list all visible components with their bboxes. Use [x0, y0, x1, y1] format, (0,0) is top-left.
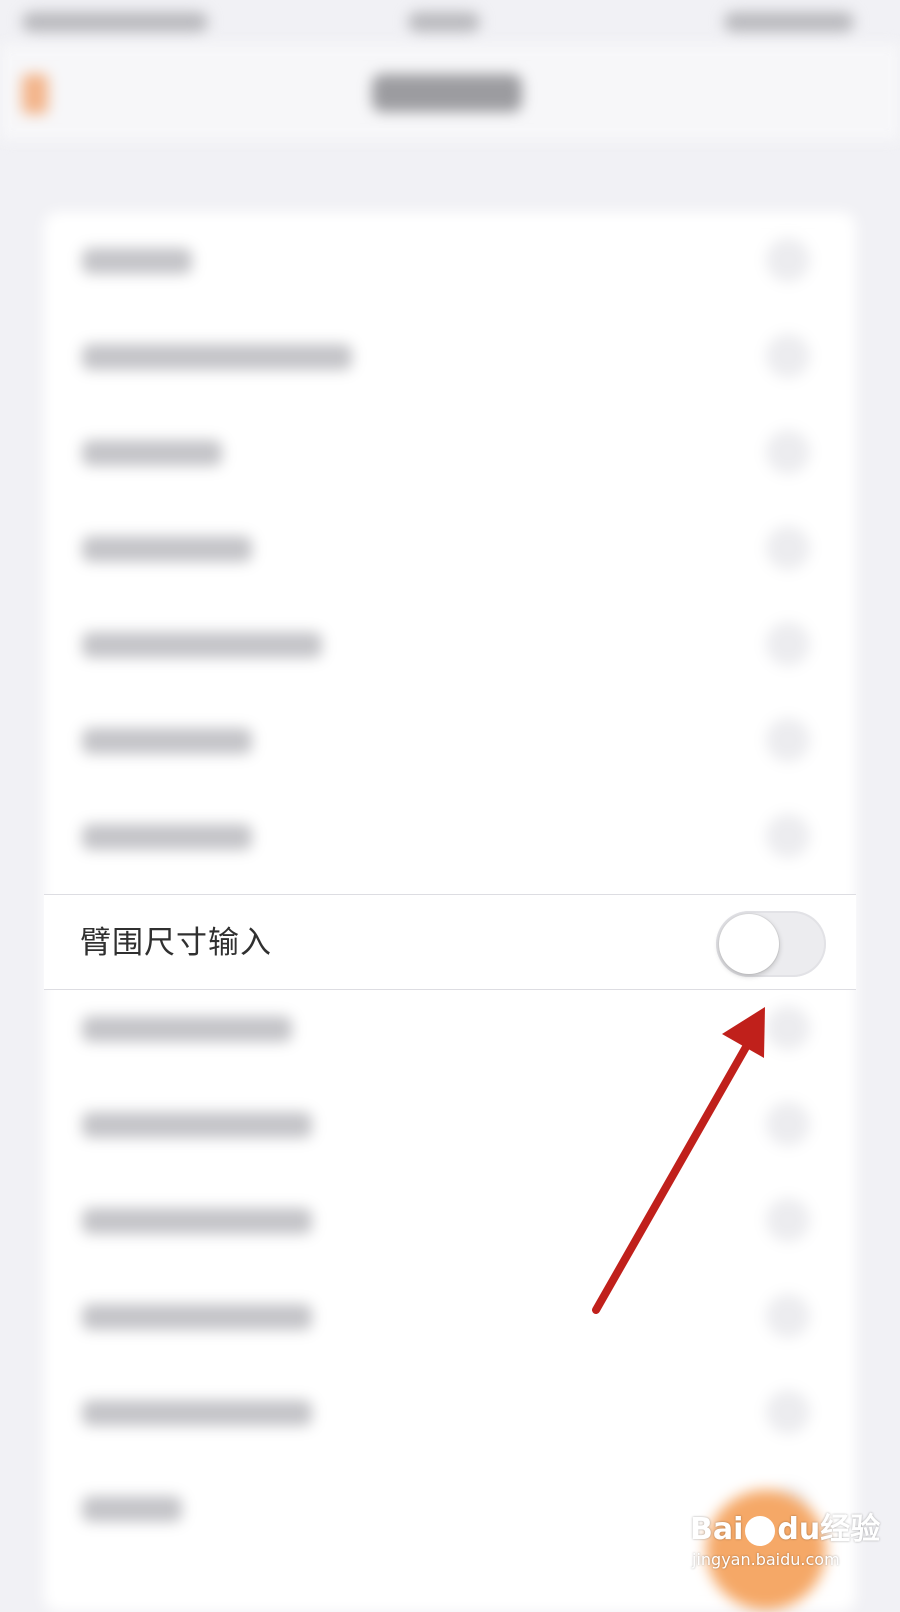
- blurred-background: [0, 0, 900, 1612]
- status-bar-left: [22, 12, 208, 32]
- list-item[interactable]: [44, 692, 856, 788]
- watermark-url: jingyan.baidu.com: [692, 1550, 840, 1569]
- list-item[interactable]: [44, 596, 856, 692]
- setting-row-arm-circumference[interactable]: 臂围尺寸输入: [44, 894, 856, 990]
- list-item[interactable]: [44, 1076, 856, 1172]
- list-item[interactable]: [44, 1172, 856, 1268]
- list-item[interactable]: [44, 980, 856, 1076]
- list-item[interactable]: [44, 500, 856, 596]
- status-bar-right: [724, 12, 854, 32]
- watermark-brand-cn: 经验: [820, 1512, 881, 1547]
- list-item[interactable]: [44, 212, 856, 308]
- list-item[interactable]: [44, 788, 856, 884]
- status-bar-time: [408, 12, 480, 32]
- nav-bar: [0, 44, 900, 140]
- page-title: [372, 74, 522, 112]
- arm-circumference-toggle[interactable]: [716, 911, 826, 977]
- list-item[interactable]: [44, 1268, 856, 1364]
- watermark-logo: Bai du经验: [690, 1504, 880, 1548]
- list-item[interactable]: [44, 1364, 856, 1460]
- paw-icon: [745, 1515, 776, 1546]
- list-item[interactable]: [44, 404, 856, 500]
- watermark: Bai du经验 jingyan.baidu.com: [690, 1500, 880, 1590]
- toggle-thumb: [719, 914, 779, 974]
- watermark-brand-left: Bai: [690, 1512, 744, 1547]
- status-bar: [0, 0, 900, 44]
- setting-label: 臂围尺寸输入: [80, 925, 272, 961]
- watermark-brand-right: du: [777, 1512, 821, 1547]
- chevron-left-icon[interactable]: [22, 74, 48, 114]
- list-item[interactable]: [44, 308, 856, 404]
